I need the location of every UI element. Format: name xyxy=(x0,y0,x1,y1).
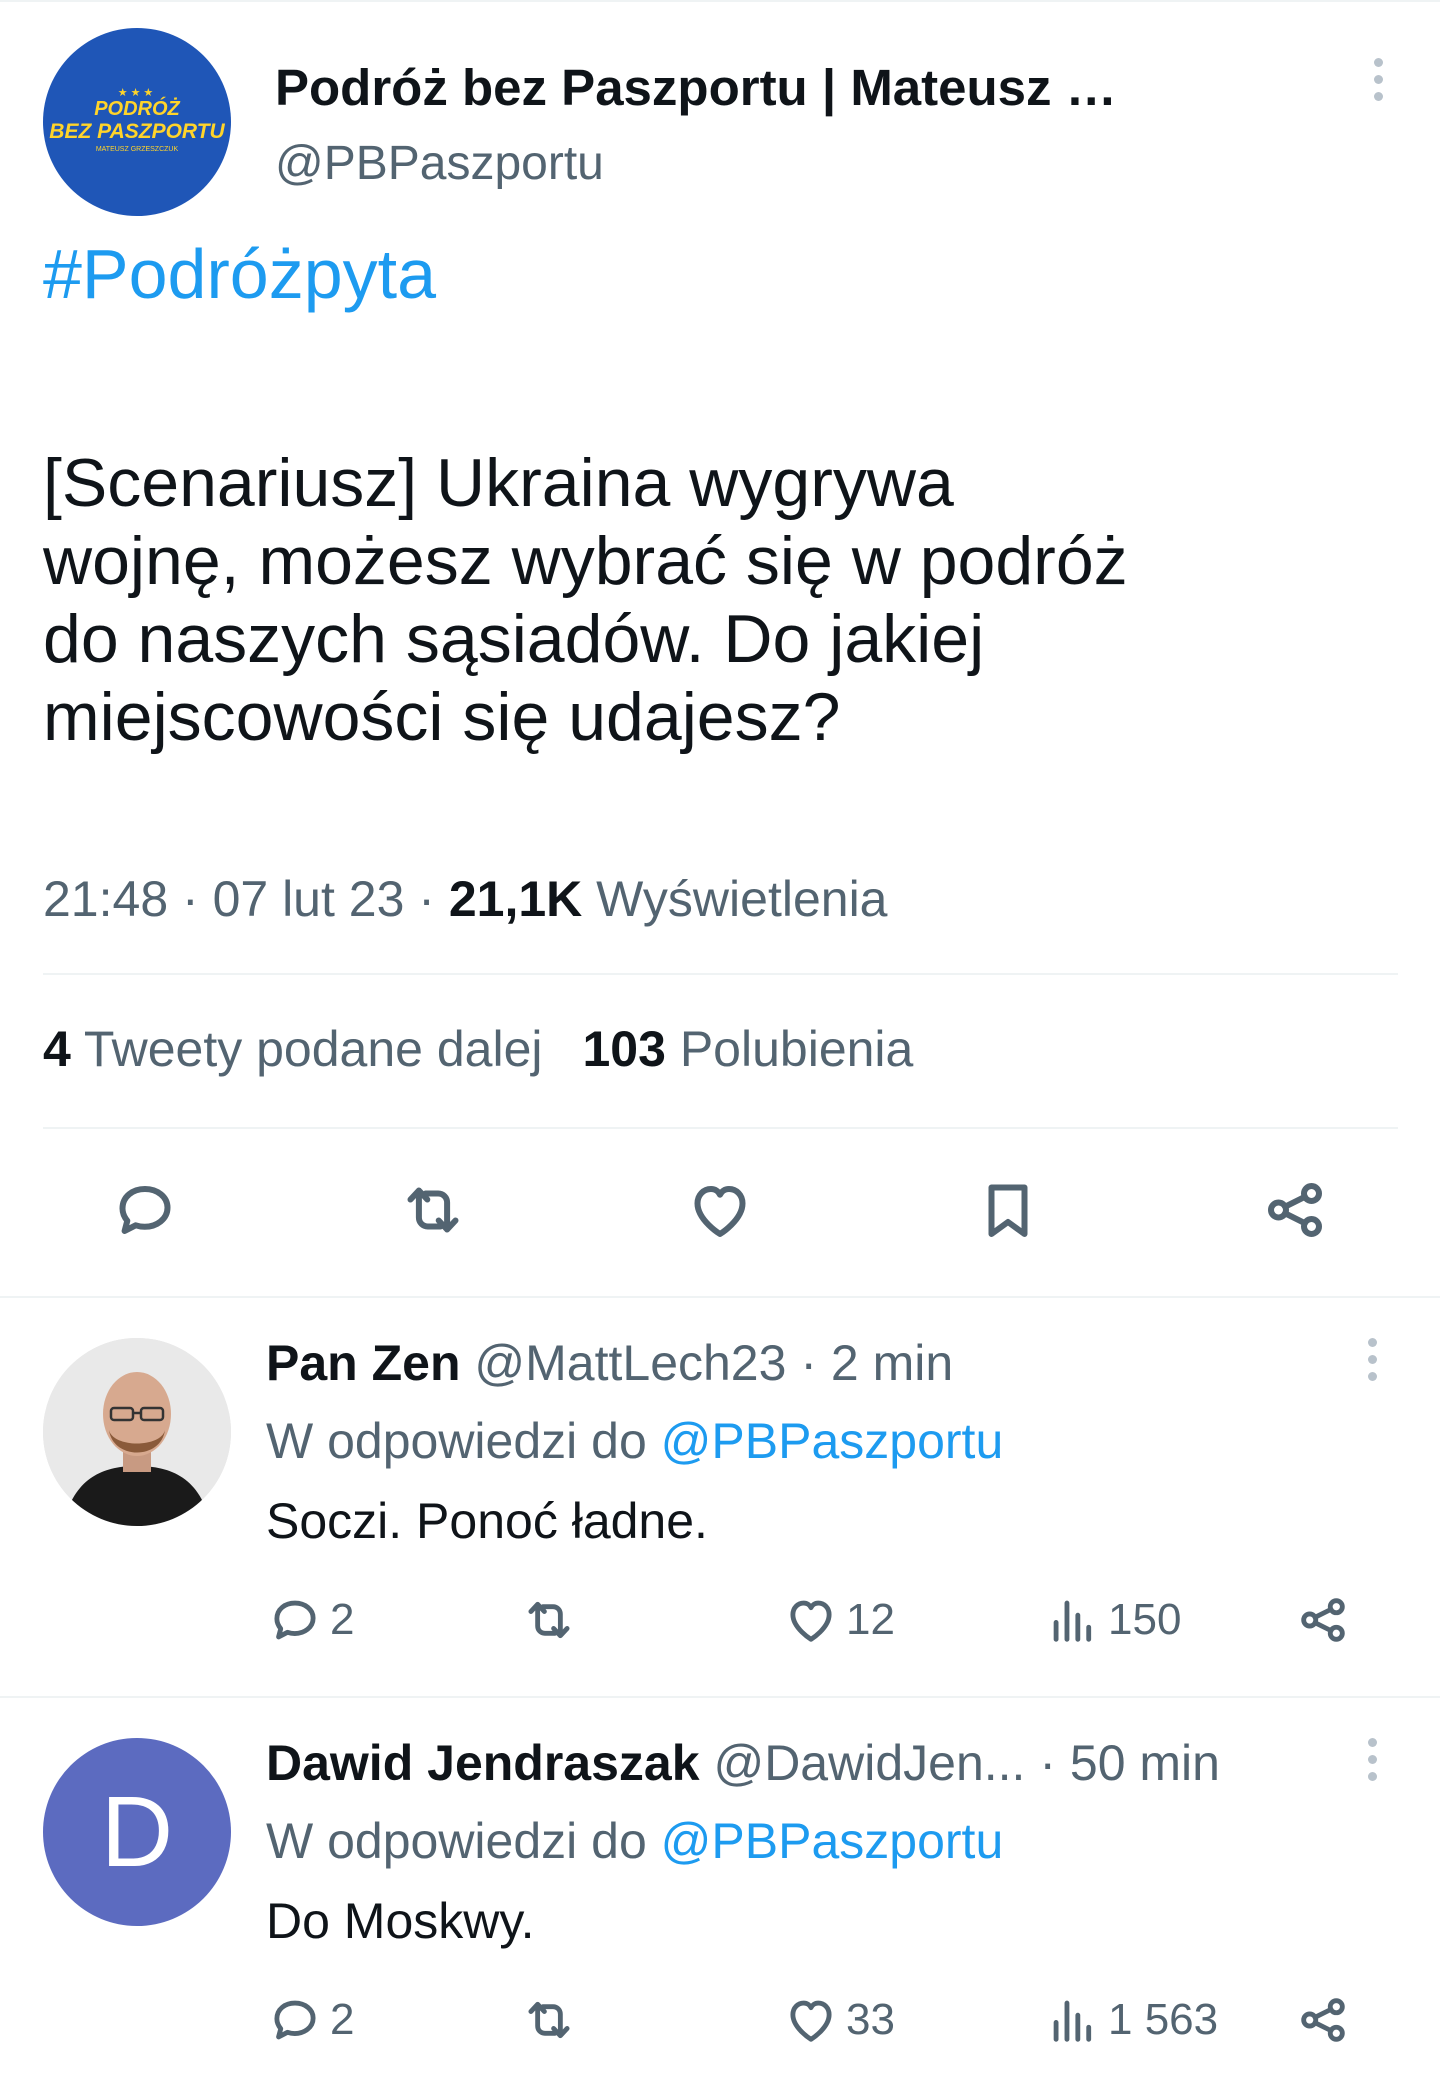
reply-tweet[interactable]: Pan Zen @MattLech23 · 2 min W odpowiedzi… xyxy=(0,1298,1440,1698)
reply-context: W odpowiedzi do @PBPaszportu xyxy=(266,1812,1003,1870)
reply-button[interactable] xyxy=(105,1170,185,1250)
reply-time[interactable]: 2 min xyxy=(831,1335,953,1391)
reply-actions: 2 33 1 563 xyxy=(266,1988,1366,2052)
reply-avatar[interactable]: D xyxy=(43,1738,231,1926)
views-count: 1 563 xyxy=(1108,1995,1219,2044)
author-display-name[interactable]: Podróż bez Paszportu | Mateusz Grze... xyxy=(275,58,1155,117)
retweets-stat[interactable]: 4 Tweety podane dalej xyxy=(43,1021,542,1077)
divider xyxy=(43,973,1398,975)
logo-line-2: BEZ PASZPORTU xyxy=(49,120,225,143)
reply-actions: 2 12 150 xyxy=(266,1588,1366,1652)
views-button[interactable]: 1 563 xyxy=(1044,1988,1218,2052)
reply-text: Do Moskwy. xyxy=(266,1893,535,1949)
more-options-icon[interactable] xyxy=(1362,1738,1382,1794)
reply-author-handle[interactable]: @DawidJen... xyxy=(713,1734,1025,1792)
logo-line-3: MATEUSZ GRZESZCZUK xyxy=(95,146,179,153)
tweet-meta: 21:48 · 07 lut 23 · 21,1K Wyświetlenia xyxy=(43,871,888,927)
like-button[interactable]: 12 xyxy=(782,1588,895,1652)
tweet-author-row: ★★★ PODRÓŻ BEZ PASZPORTU MATEUSZ GRZESZC… xyxy=(43,28,1398,218)
more-options-icon[interactable] xyxy=(1368,58,1388,114)
reply-icon xyxy=(274,1600,316,1640)
views-chart-icon xyxy=(1053,2000,1092,2042)
views-count: 150 xyxy=(1108,1595,1182,1644)
likes-label: Polubienia xyxy=(679,1021,914,1077)
divider xyxy=(43,1127,1398,1129)
share-icon xyxy=(1301,1998,1345,2042)
reply-to-prefix: W odpowiedzi do xyxy=(266,1413,647,1469)
reply-to-handle[interactable]: @PBPaszportu xyxy=(661,1813,1004,1869)
reply-time[interactable]: 50 min xyxy=(1070,1735,1220,1791)
tweet-text: [Scenariusz] Ukraina wygrywa wojnę, może… xyxy=(43,445,1128,755)
views-label: Wyświetlenia xyxy=(596,871,888,927)
tweet-time[interactable]: 21:48 xyxy=(43,871,168,927)
retweet-button[interactable] xyxy=(393,1170,473,1250)
share-button[interactable] xyxy=(1255,1170,1335,1250)
hashtag-link[interactable]: #Podróżpyta xyxy=(43,234,436,314)
like-button[interactable]: 33 xyxy=(782,1988,895,2052)
like-icon xyxy=(694,1186,746,1237)
reply-icon xyxy=(274,2000,316,2040)
more-options-icon[interactable] xyxy=(1362,1338,1382,1394)
likes-stat[interactable]: 103 Polubienia xyxy=(582,1021,913,1077)
reply-author-handle[interactable]: @MattLech23 xyxy=(474,1335,786,1391)
reply-to-prefix: W odpowiedzi do xyxy=(266,1813,647,1869)
tweet-actions xyxy=(43,1170,1398,1250)
like-count: 12 xyxy=(846,1595,895,1644)
share-icon xyxy=(1301,1598,1345,1642)
reply-icon xyxy=(119,1186,171,1234)
reply-count: 2 xyxy=(330,1595,355,1644)
reply-tweet[interactable]: D Dawid Jendraszak @DawidJen... · 50 min… xyxy=(0,1698,1440,2098)
like-button[interactable] xyxy=(680,1170,760,1250)
like-icon xyxy=(790,1600,832,1642)
share-icon xyxy=(1268,1183,1322,1237)
avatar-letter: D xyxy=(100,1775,174,1888)
like-icon xyxy=(790,2000,832,2042)
like-count: 33 xyxy=(846,1995,895,2044)
logo-line-1: PODRÓŻ xyxy=(94,98,180,120)
reply-to-handle[interactable]: @PBPaszportu xyxy=(661,1413,1004,1469)
retweets-label: Tweety podane dalej xyxy=(83,1021,543,1077)
views-chart-icon xyxy=(1053,1600,1092,1642)
retweets-count: 4 xyxy=(43,1021,71,1077)
user-photo-icon xyxy=(43,1338,231,1526)
retweet-icon xyxy=(407,1187,459,1233)
likes-count: 103 xyxy=(582,1021,666,1077)
reply-avatar[interactable] xyxy=(43,1338,231,1526)
bookmark-icon xyxy=(988,1184,1028,1237)
reply-author-name[interactable]: Dawid Jendraszak xyxy=(266,1735,700,1791)
bookmark-button[interactable] xyxy=(968,1170,1048,1250)
retweet-icon xyxy=(528,1601,570,1639)
reply-header: Pan Zen @MattLech23 · 2 min xyxy=(266,1335,954,1391)
retweet-icon xyxy=(528,2001,570,2039)
top-border xyxy=(0,0,1440,2)
retweet-button[interactable] xyxy=(520,1988,584,2052)
reply-context: W odpowiedzi do @PBPaszportu xyxy=(266,1412,1003,1470)
reply-count: 2 xyxy=(330,1995,355,2044)
tweet-stats: 4 Tweety podane dalej 103 Polubienia xyxy=(43,1020,913,1078)
reply-header: Dawid Jendraszak @DawidJen... · 50 min xyxy=(266,1734,1220,1792)
reply-text: Soczi. Ponoć ładne. xyxy=(266,1493,708,1549)
share-button[interactable] xyxy=(1294,1588,1358,1652)
tweet-date[interactable]: 07 lut 23 xyxy=(213,871,405,927)
reply-button[interactable]: 2 xyxy=(266,1588,354,1652)
reply-button[interactable]: 2 xyxy=(266,1988,354,2052)
author-avatar[interactable]: ★★★ PODRÓŻ BEZ PASZPORTU MATEUSZ GRZESZC… xyxy=(43,28,231,216)
retweet-button[interactable] xyxy=(520,1588,584,1652)
views-count: 21,1K xyxy=(448,871,583,927)
views-button[interactable]: 150 xyxy=(1044,1588,1181,1652)
reply-author-name[interactable]: Pan Zen xyxy=(266,1335,460,1391)
author-handle[interactable]: @PBPaszportu xyxy=(275,136,604,191)
share-button[interactable] xyxy=(1294,1988,1358,2052)
